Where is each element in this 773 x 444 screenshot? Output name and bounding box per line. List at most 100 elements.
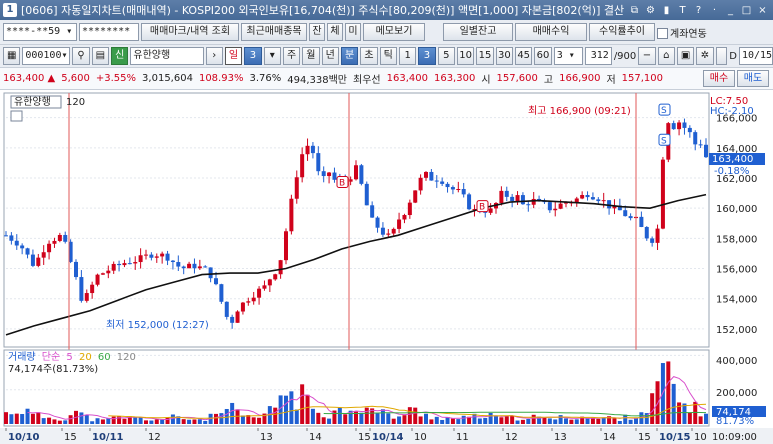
volume-bar <box>547 418 552 424</box>
volume-bar <box>95 418 100 424</box>
trade-profit-button[interactable]: 매매수익 <box>515 23 587 41</box>
buy-button[interactable]: 매수 <box>703 70 735 87</box>
period-minute-tab[interactable]: 분 <box>340 47 359 65</box>
period-tick-tab[interactable]: 틱 <box>379 47 397 65</box>
chart-canvas[interactable]: 152,000154,000156,000158,000160,000162,0… <box>0 90 773 444</box>
volume-bar <box>160 419 165 424</box>
data-count-input[interactable]: 312 <box>584 47 612 65</box>
period-second-tab[interactable]: 초 <box>360 47 378 65</box>
settings-icon[interactable]: ⚙ <box>644 4 657 17</box>
period-day-tab[interactable]: 일 <box>224 47 243 65</box>
x-axis-label: 13 <box>554 432 567 443</box>
unfilled-tab[interactable]: 미 <box>345 23 361 41</box>
lock-icon[interactable]: ⌂ <box>657 47 675 65</box>
date-input[interactable]: 10/15 <box>738 47 773 65</box>
high-annotation: 최고 166,900 (09:21) <box>528 105 631 117</box>
interval-select[interactable]: 3 ▾ <box>553 47 583 65</box>
chevron-right-icon[interactable]: › <box>205 47 223 65</box>
volume-bar <box>666 361 671 424</box>
gear-icon[interactable]: ✲ <box>696 47 714 65</box>
interval-5[interactable]: 5 <box>437 47 455 65</box>
candle-body <box>30 254 35 266</box>
more-icon[interactable]: · <box>708 4 721 17</box>
minimize-icon[interactable]: _ <box>724 4 737 17</box>
hc-label: HC:-2.10 <box>710 106 754 117</box>
volume-bar <box>230 402 235 424</box>
pin-icon[interactable]: ▮ <box>660 4 673 17</box>
password-field[interactable]: ******** <box>79 23 139 41</box>
price-tick-label: 154,000 <box>716 295 757 306</box>
chevron-down-icon[interactable]: ▾ <box>263 47 281 65</box>
stock-list-icon[interactable]: ▤ <box>91 47 110 65</box>
fill-tab[interactable]: 체 <box>327 23 343 41</box>
interval-10[interactable]: 10 <box>456 47 475 65</box>
volume-bar <box>203 420 208 424</box>
candle-body <box>316 153 321 172</box>
volume-bar <box>100 419 105 424</box>
account-link-checkbox[interactable]: 계좌연동 <box>657 25 707 40</box>
candle-body <box>580 195 585 199</box>
date-checkbox[interactable] <box>715 47 728 65</box>
table-toggle-icon[interactable] <box>10 110 23 122</box>
maximize-icon[interactable]: □ <box>740 4 753 17</box>
volume-bar <box>375 413 380 424</box>
candle-body <box>558 203 563 209</box>
interval-30[interactable]: 30 <box>495 47 514 65</box>
trade-mark-button[interactable]: 매매마크/내역 조회 <box>141 23 239 41</box>
interval-1[interactable]: 1 <box>398 47 417 65</box>
interval-45[interactable]: 45 <box>515 47 533 65</box>
period-week-tab[interactable]: 주 <box>282 47 301 65</box>
volume-legend: 거래량 단순 5 20 60 120 <box>8 351 136 363</box>
link-icon[interactable]: ⧉ <box>628 4 641 17</box>
text-icon[interactable]: T <box>676 4 689 17</box>
daily-balance-button[interactable]: 일별잔고 <box>443 23 513 41</box>
balance-tab[interactable]: 잔 <box>309 23 325 41</box>
stock-name-field[interactable]: 유한양행 <box>130 47 204 65</box>
memo-button[interactable]: 메모보기 <box>363 23 425 41</box>
period-month-tab[interactable]: 월 <box>302 47 320 65</box>
volume-bar <box>397 416 402 424</box>
recent-items-button[interactable]: 최근매매종목 <box>241 23 307 41</box>
volume-bar <box>590 417 595 424</box>
price-tick-label: 152,000 <box>716 325 757 336</box>
candle-body <box>375 217 380 228</box>
chart-area[interactable]: 152,000 154,000 156,000 158,000 160,000 162,0… <box>0 90 773 444</box>
interval-60[interactable]: 60 <box>534 47 552 65</box>
stock-code-input[interactable]: 000100▾ <box>22 47 71 65</box>
candle-body <box>607 200 612 209</box>
volume-bar <box>596 418 601 424</box>
interval-15[interactable]: 15 <box>476 47 494 65</box>
grid-menu-icon[interactable]: ▦ <box>3 47 21 65</box>
volume-bar <box>418 416 423 424</box>
x-axis-label: 14 <box>603 432 616 443</box>
account-select[interactable]: ****-**59 ▾ <box>3 23 77 41</box>
help-icon[interactable]: ? <box>692 4 705 17</box>
candle-body <box>321 171 326 177</box>
volume-bar <box>574 419 579 424</box>
candle-body <box>187 263 192 269</box>
period-count-select[interactable]: 3 <box>244 47 262 65</box>
save-icon[interactable]: ▣ <box>676 47 695 65</box>
candle-body <box>84 293 89 301</box>
period-year-tab[interactable]: 년 <box>321 47 339 65</box>
x-axis-label: 10 <box>414 432 427 443</box>
interval-3[interactable]: 3 <box>418 47 436 65</box>
title-bar-icons: ⧉ ⚙ ▮ T ? · _ □ × <box>628 4 773 17</box>
sell-mark-label: S <box>661 106 667 116</box>
return-trend-button[interactable]: 수익률추이 <box>589 23 655 41</box>
x-axis-label: 15 <box>64 432 77 443</box>
volume-bar <box>677 402 682 424</box>
sell-button[interactable]: 매도 <box>737 70 769 87</box>
candle-body <box>510 196 515 202</box>
candle-body <box>424 171 428 178</box>
close-icon[interactable]: × <box>756 4 769 17</box>
volume-bar <box>316 412 321 424</box>
volume-bar <box>623 414 628 424</box>
search-icon[interactable]: ⚲ <box>72 47 90 65</box>
candle-body <box>149 254 154 258</box>
volume-bar <box>36 412 41 424</box>
zoom-out-icon[interactable]: − <box>638 47 656 65</box>
volume-bar <box>391 418 396 424</box>
candle-body <box>127 263 132 265</box>
price-pane[interactable] <box>3 92 710 348</box>
